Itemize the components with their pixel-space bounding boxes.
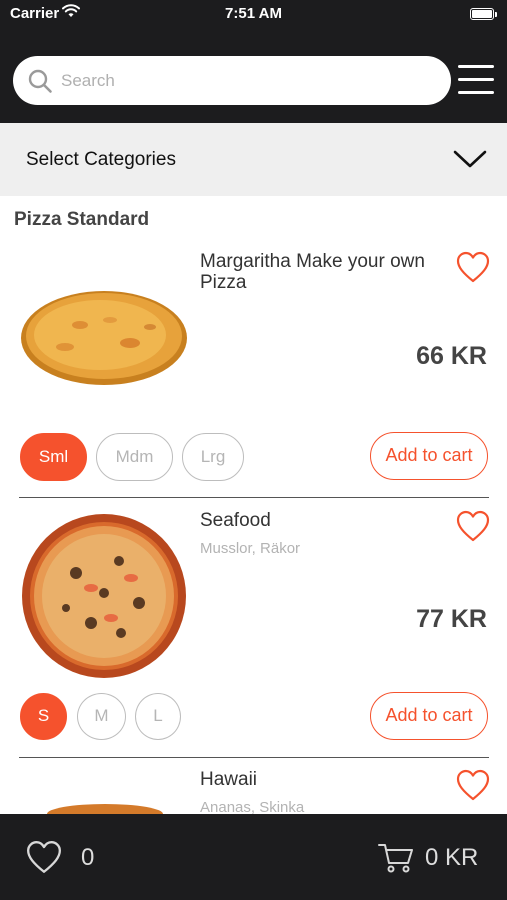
size-label: Sml: [38, 447, 69, 466]
add-to-cart-button[interactable]: Add to cart: [370, 692, 488, 740]
size-label: Mdm: [115, 447, 154, 466]
size-label: Lrg: [200, 447, 226, 466]
size-option-large[interactable]: Lrg: [182, 433, 244, 481]
divider: [19, 497, 489, 498]
product-description: Musslor, Räkor: [200, 540, 301, 557]
category-select[interactable]: Select Categories: [0, 123, 507, 196]
size-label: M: [94, 706, 109, 725]
category-select-label: Select Categories: [26, 149, 176, 170]
cart-total: 0 KR: [425, 844, 479, 871]
pizza-image: [22, 514, 186, 678]
product-name: Hawaii: [200, 769, 258, 790]
size-label: L: [153, 706, 163, 725]
status-bar: Carrier 7:51 AM: [0, 0, 507, 28]
battery-cap: [495, 12, 497, 17]
hamburger-menu-icon[interactable]: [458, 63, 496, 97]
section-title: Pizza Standard: [14, 209, 150, 230]
divider: [19, 757, 489, 758]
clock: 7:51 AM: [225, 5, 282, 22]
cart-icon[interactable]: [378, 842, 414, 874]
heart-icon[interactable]: [455, 250, 491, 284]
bottom-bar: 0 0 KR: [0, 814, 507, 900]
favorites-count: 0: [81, 844, 95, 871]
size-label: S: [37, 706, 50, 725]
heart-icon[interactable]: [455, 509, 491, 543]
product-price: 77 KR: [416, 605, 487, 633]
add-to-cart-button[interactable]: Add to cart: [370, 432, 488, 480]
size-option-large[interactable]: L: [135, 693, 181, 740]
size-option-medium[interactable]: M: [77, 693, 126, 740]
top-bar: Carrier 7:51 AM: [0, 0, 507, 123]
size-option-medium[interactable]: Mdm: [96, 433, 173, 481]
battery-icon: [470, 8, 494, 20]
heart-icon[interactable]: [455, 768, 491, 802]
product-price: 66 KR: [416, 342, 487, 370]
product-name: Margaritha Make your own Pizza: [200, 251, 425, 293]
pizza-image: [47, 804, 163, 814]
chevron-down-icon: [453, 150, 487, 168]
pizza-image: [21, 291, 187, 385]
size-option-small[interactable]: Sml: [20, 433, 87, 481]
search-input[interactable]: [61, 66, 431, 96]
heart-icon[interactable]: [25, 838, 63, 876]
search-bar[interactable]: [13, 56, 451, 105]
size-option-small[interactable]: S: [20, 693, 67, 740]
product-name: Seafood: [200, 510, 271, 531]
search-icon: [28, 69, 52, 93]
